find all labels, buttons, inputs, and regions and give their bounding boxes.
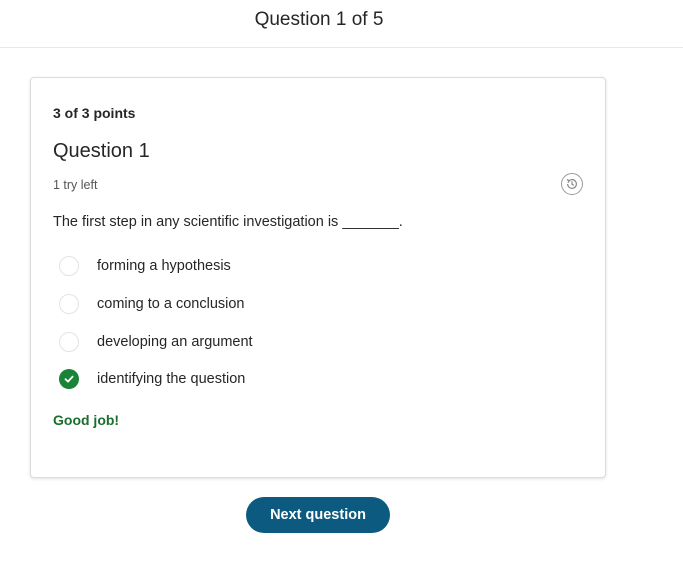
next-question-button[interactable]: Next question (246, 497, 390, 533)
question-title: Question 1 (53, 140, 150, 162)
option-label: identifying the question (97, 371, 246, 387)
history-icon[interactable] (561, 173, 583, 195)
option-developing-an-argument[interactable]: developing an argument (59, 331, 253, 353)
tries-left: 1 try left (53, 178, 98, 192)
option-forming-a-hypothesis[interactable]: forming a hypothesis (59, 255, 231, 277)
radio-button[interactable] (59, 332, 79, 352)
question-prompt: The first step in any scientific investi… (53, 214, 403, 230)
option-label: coming to a conclusion (97, 296, 245, 312)
top-header: Question 1 of 5 (0, 0, 683, 48)
option-coming-to-a-conclusion[interactable]: coming to a conclusion (59, 293, 245, 315)
question-card: 3 of 3 points Question 1 1 try left The … (30, 77, 606, 478)
points-score: 3 of 3 points (53, 105, 136, 121)
option-label: forming a hypothesis (97, 258, 231, 274)
history-icon-glyph (566, 178, 577, 189)
radio-button-selected[interactable] (59, 369, 79, 389)
radio-button[interactable] (59, 294, 79, 314)
radio-button[interactable] (59, 256, 79, 276)
checkmark-icon (64, 375, 74, 383)
page-title: Question 1 of 5 (254, 9, 384, 30)
option-label: developing an argument (97, 334, 253, 350)
feedback-message: Good job! (53, 412, 120, 428)
option-identifying-the-question[interactable]: identifying the question (59, 368, 245, 390)
